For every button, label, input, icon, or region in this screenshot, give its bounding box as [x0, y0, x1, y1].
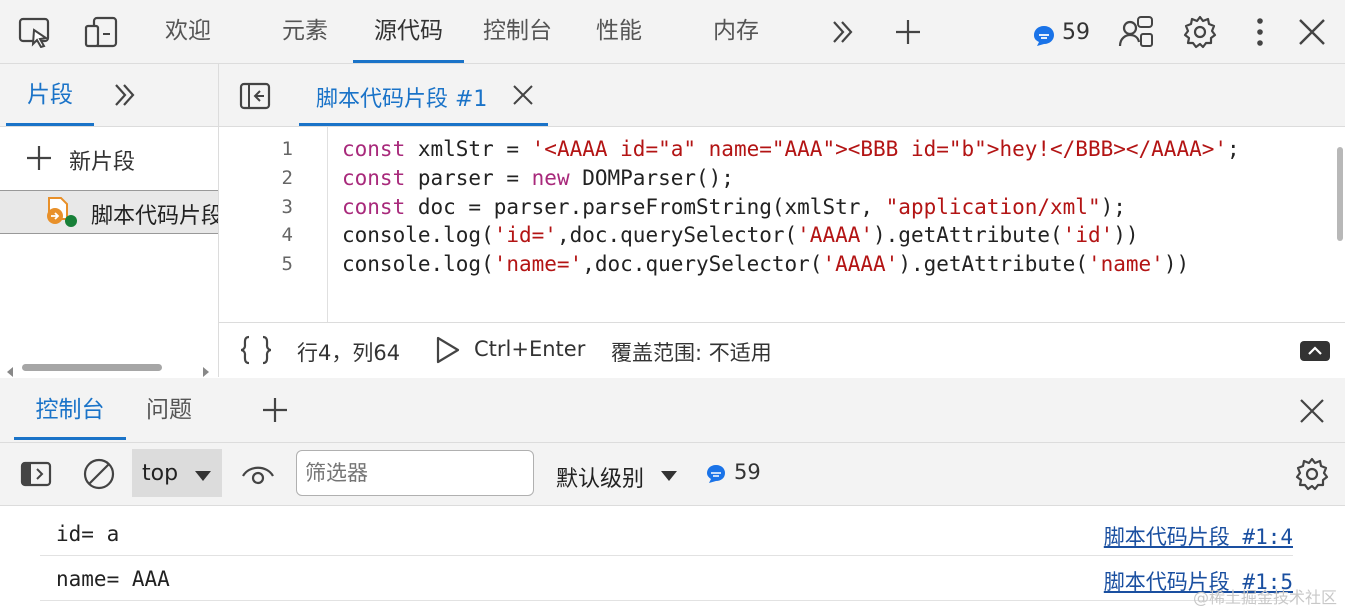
- console-source-link[interactable]: 脚本代码片段 #1:4: [1104, 521, 1293, 551]
- more-tabs-chevron-icon[interactable]: [829, 18, 857, 46]
- tab-performance[interactable]: 性能: [596, 0, 642, 63]
- drawer-tab-console-label: 控制台: [35, 397, 105, 423]
- editor-tab-label: 脚本代码片段 #1: [316, 87, 488, 112]
- customize-user-icon[interactable]: [1118, 14, 1154, 50]
- tab-console[interactable]: 控制台: [483, 0, 552, 63]
- show-console-sidebar-icon[interactable]: [20, 461, 52, 487]
- console-settings-gear-icon[interactable]: [1294, 456, 1330, 492]
- cursor-position: 行4，列64: [297, 341, 401, 365]
- line-number: 4: [281, 224, 293, 246]
- tab-welcome[interactable]: 欢迎: [165, 0, 211, 63]
- active-tab-indicator: [6, 123, 94, 126]
- code-line: const doc = parser.parseFromString(xmlSt…: [342, 195, 1126, 219]
- issues-badge-icon[interactable]: [1032, 25, 1056, 47]
- horizontal-scrollbar[interactable]: [22, 364, 162, 371]
- more-options-icon[interactable]: [1250, 16, 1270, 48]
- message-count[interactable]: 59: [734, 460, 761, 484]
- close-tab-icon[interactable]: [511, 83, 535, 107]
- clear-console-icon[interactable]: [82, 457, 116, 491]
- editor-status-bar: 行4，列64 Ctrl+Enter 覆盖范围: 不适用: [219, 322, 1345, 378]
- line-number: 3: [281, 196, 293, 218]
- drawer-tab-issues[interactable]: 问题: [146, 378, 192, 440]
- device-emulation-icon[interactable]: [84, 15, 118, 49]
- snippet-item-label: 脚本代码片段: [91, 204, 218, 229]
- tab-sources[interactable]: 源代码: [353, 0, 464, 63]
- log-level-value: 默认级别: [556, 467, 645, 492]
- tab-memory[interactable]: 内存: [713, 0, 759, 63]
- row-divider: [40, 600, 1293, 601]
- line-number: 5: [281, 253, 293, 275]
- code-line: console.log('name=',doc.querySelector('A…: [342, 252, 1190, 276]
- snippet-file-icon: [44, 197, 80, 229]
- context-selector-value: top: [142, 461, 179, 486]
- vertical-scrollbar[interactable]: [1337, 147, 1343, 241]
- new-snippet-button[interactable]: 新片段: [0, 130, 218, 188]
- message-count-icon[interactable]: [705, 464, 727, 484]
- run-shortcut[interactable]: Ctrl+Enter: [474, 337, 585, 361]
- plus-icon: [25, 144, 53, 172]
- active-tab-indicator: [299, 123, 548, 126]
- active-tab-indicator: [14, 437, 126, 440]
- line-number: 1: [281, 138, 293, 160]
- code-line: const xmlStr = '<AAAA id="a" name="AAA">…: [342, 137, 1240, 161]
- line-number: 2: [281, 167, 293, 189]
- pretty-print-braces-icon[interactable]: [239, 334, 273, 366]
- drawer-tab-bar: 控制台 问题: [0, 378, 1345, 443]
- editor-pane: 脚本代码片段 #1 1 2 3 4 5 const xmlStr = '<AAA…: [219, 64, 1345, 378]
- console-message-text: name= AAA: [56, 567, 170, 591]
- scroll-right-arrow-icon[interactable]: [202, 362, 210, 377]
- drawer-tab-console[interactable]: 控制台: [14, 378, 126, 440]
- code-line: const parser = new DOMParser();: [342, 166, 734, 190]
- snippets-sidebar: 片段 新片段 脚本代码片段: [0, 64, 219, 377]
- scroll-left-arrow-icon[interactable]: [6, 362, 14, 377]
- new-snippet-label: 新片段: [69, 150, 136, 175]
- more-sidebar-tabs-chevron-icon[interactable]: [112, 82, 138, 108]
- add-drawer-tab-plus-icon[interactable]: [260, 395, 290, 425]
- log-level-dropdown[interactable]: 默认级别: [556, 449, 686, 497]
- console-message-row: id= a 脚本代码片段 #1:4: [0, 512, 1345, 556]
- tab-snippets-label: 片段: [27, 82, 73, 108]
- editor-tab-bar: 脚本代码片段 #1: [219, 64, 1345, 127]
- add-tab-plus-icon[interactable]: [893, 17, 923, 47]
- tab-sources-label: 源代码: [374, 18, 443, 44]
- close-drawer-icon[interactable]: [1298, 397, 1326, 425]
- gutter-divider: [327, 127, 328, 322]
- sidebar-tabs: 片段: [0, 64, 218, 127]
- row-divider: [40, 555, 1293, 556]
- coverage-status: 覆盖范围: 不适用: [611, 341, 772, 365]
- console-toolbar: top 默认级别 59: [0, 443, 1345, 506]
- toggle-navigator-icon[interactable]: [239, 82, 271, 110]
- snippet-list-item[interactable]: 脚本代码片段: [0, 190, 218, 234]
- settings-gear-icon[interactable]: [1182, 14, 1218, 50]
- filter-input[interactable]: [296, 450, 534, 496]
- active-tab-indicator: [353, 60, 464, 63]
- top-toolbar: 欢迎 元素 源代码 控制台 性能 内存 59: [0, 0, 1345, 64]
- inspect-element-icon[interactable]: [18, 16, 52, 49]
- dropdown-caret-icon: [194, 467, 212, 481]
- watermark: @稀土掘金技术社区: [1192, 588, 1337, 607]
- issues-count[interactable]: 59: [1062, 20, 1090, 45]
- close-devtools-icon[interactable]: [1296, 16, 1328, 48]
- console-message-row: name= AAA 脚本代码片段 #1:5: [0, 557, 1345, 601]
- code-editor[interactable]: 1 2 3 4 5 const xmlStr = '<AAAA id="a" n…: [219, 127, 1345, 322]
- tab-elements[interactable]: 元素: [282, 0, 328, 63]
- live-expression-eye-icon[interactable]: [240, 461, 276, 487]
- tab-snippet-file[interactable]: 脚本代码片段 #1: [299, 64, 548, 126]
- context-selector[interactable]: top: [132, 449, 222, 497]
- dropdown-caret-icon: [660, 467, 678, 481]
- run-snippet-play-icon[interactable]: [435, 335, 461, 365]
- tab-snippets[interactable]: 片段: [6, 64, 94, 126]
- toggle-drawer-icon[interactable]: [1298, 339, 1332, 363]
- console-message-text: id= a: [56, 522, 120, 546]
- code-line: console.log('id=',doc.querySelector('AAA…: [342, 223, 1139, 247]
